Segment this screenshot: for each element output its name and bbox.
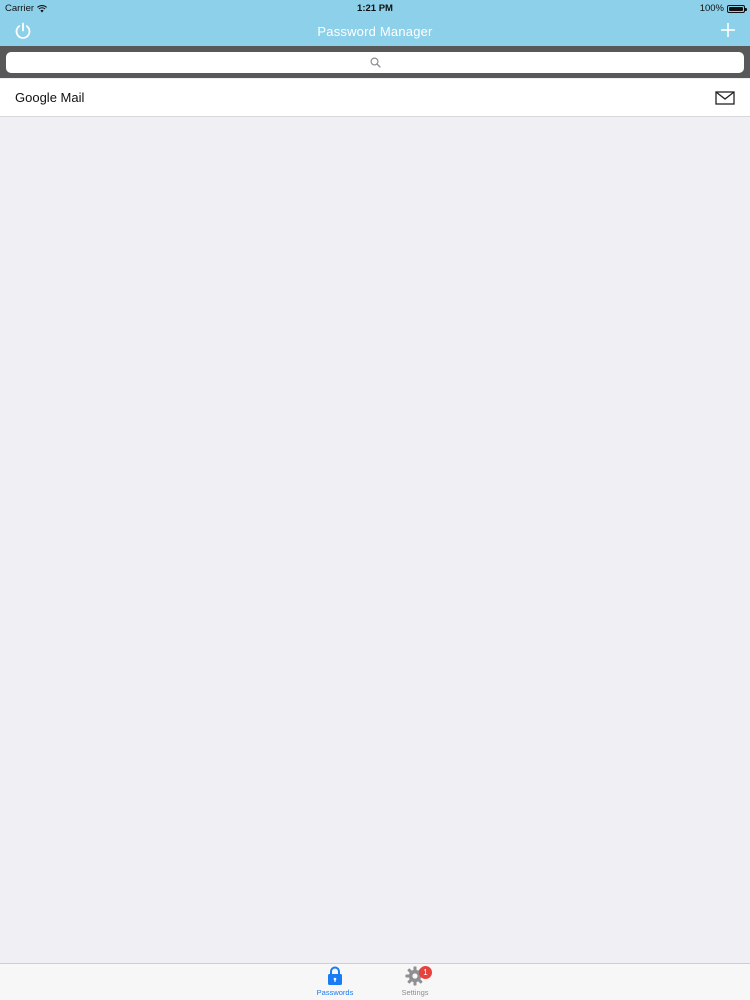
tab-settings[interactable]: 1 Settings <box>395 964 435 1000</box>
navigation-bar: Carrier 1:21 PM 100% Password Manager <box>0 0 750 46</box>
tab-passwords[interactable]: Passwords <box>315 964 355 1000</box>
mail-icon <box>715 90 735 105</box>
app-screen: Carrier 1:21 PM 100% Password Manager Go… <box>0 0 750 1000</box>
add-button[interactable] <box>719 21 737 39</box>
battery-icon <box>727 4 747 13</box>
tab-passwords-label: Passwords <box>316 988 354 997</box>
clock: 1:21 PM <box>357 3 393 14</box>
plus-icon <box>721 23 735 37</box>
search-bar <box>0 46 750 78</box>
battery-indicator: 100% <box>699 3 747 14</box>
status-bar: Carrier 1:21 PM 100% <box>0 0 750 16</box>
tab-bar: Passwords 1 Settings <box>0 963 750 1000</box>
tab-settings-label: Settings <box>401 988 429 997</box>
list-item-label: Google Mail <box>15 90 85 105</box>
search-field[interactable] <box>6 52 744 73</box>
battery-percent: 100% <box>699 3 724 14</box>
lock-icon <box>328 966 342 985</box>
search-input[interactable] <box>6 52 744 73</box>
password-list: Google Mail <box>0 79 750 117</box>
settings-badge: 1 <box>419 966 432 979</box>
page-title: Password Manager <box>317 24 433 39</box>
list-item[interactable]: Google Mail <box>0 79 750 117</box>
